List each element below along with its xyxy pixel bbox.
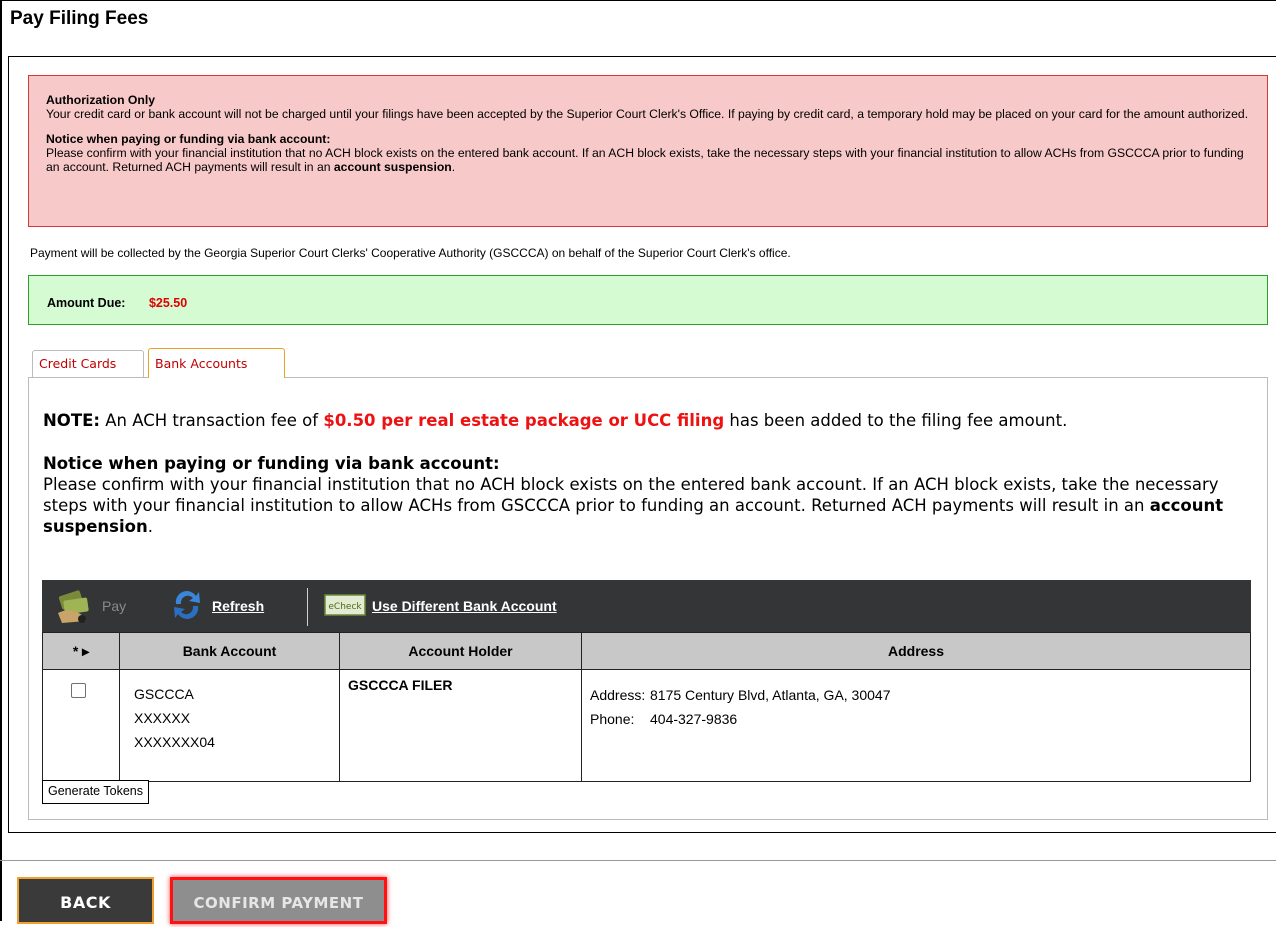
address-label: Address: — [590, 687, 646, 703]
alert-text-bank-notice-body: Please confirm with your financial insti… — [46, 146, 1244, 174]
pay-icon — [56, 585, 96, 628]
pay-button[interactable]: Pay — [56, 580, 126, 632]
row-select-cell — [42, 669, 120, 782]
row-select-checkbox[interactable] — [71, 683, 86, 698]
phone-value: 404-327-9836 — [650, 711, 738, 727]
bank-notice-period: . — [147, 517, 153, 536]
bank-account-table: * ▸ Bank Account Account Holder Address … — [42, 632, 1251, 782]
use-different-bank-account-button[interactable]: eCheck Use Different Bank Account — [324, 580, 557, 632]
refresh-icon — [168, 586, 206, 627]
collection-note: Payment will be collected by the Georgia… — [30, 246, 791, 260]
tab-bank-accounts[interactable]: Bank Accounts — [148, 348, 285, 378]
back-button[interactable]: BACK — [17, 877, 154, 924]
account-holder-name: GSCCCA FILER — [348, 677, 453, 693]
routing-number-masked: XXXXXX — [134, 710, 191, 726]
tab-credit-cards[interactable]: Credit Cards — [32, 350, 144, 377]
phone-label: Phone: — [590, 711, 635, 727]
alert-heading-bank-notice: Notice when paying or funding via bank a… — [46, 132, 331, 146]
authorization-alert: Authorization Only Your credit card or b… — [28, 75, 1268, 227]
note-text-pre: An ACH transaction fee of — [99, 411, 324, 430]
note-label: NOTE: — [43, 411, 100, 430]
select-column-header[interactable]: * ▸ — [42, 632, 120, 670]
bank-notice-text: Please confirm with your financial insti… — [43, 474, 1243, 537]
alert-heading-authorization: Authorization Only — [46, 93, 156, 107]
confirm-payment-button[interactable]: CONFIRM PAYMENT — [170, 877, 387, 924]
bank-accounts-panel: NOTE: An ACH transaction fee of $0.50 pe… — [28, 377, 1268, 820]
alert-text-period: . — [451, 160, 456, 174]
alert-text-authorization: Your credit card or bank account will no… — [46, 107, 1249, 121]
note-text-post: has been added to the filing fee amount. — [724, 411, 1068, 430]
pay-label: Pay — [102, 598, 127, 614]
bank-notice-body: Please confirm with your financial insti… — [43, 475, 1219, 515]
footer-divider — [0, 860, 1276, 861]
address-cell: Address: 8175 Century Blvd, Atlanta, GA, … — [581, 669, 1251, 782]
address-column-header: Address — [581, 632, 1251, 670]
alert-suspension-emphasis: account suspension — [333, 160, 452, 174]
grid-toolbar: Pay Refresh eCheck Use Different Bank Ac… — [42, 580, 1251, 632]
amount-due-value: $25.50 — [148, 296, 188, 310]
use-different-bank-account-link[interactable]: Use Different Bank Account — [372, 598, 557, 614]
amount-due-box: Amount Due: $25.50 — [28, 275, 1268, 325]
account-holder-column-header: Account Holder — [339, 632, 582, 670]
address-value: 8175 Century Blvd, Atlanta, GA, 30047 — [650, 687, 891, 703]
page-title: Pay Filing Fees — [10, 8, 149, 29]
toolbar-separator — [307, 588, 308, 626]
account-number-masked: XXXXXXX04 — [134, 734, 215, 750]
bank-notice-heading: Notice when paying or funding via bank a… — [43, 454, 500, 473]
amount-due-label: Amount Due: — [47, 296, 126, 310]
bank-account-cell: GSCCCA XXXXXX XXXXXXX04 — [119, 669, 340, 782]
alert-text-bank-notice: Please confirm with your financial insti… — [46, 146, 1251, 174]
address-line: Address: 8175 Century Blvd, Atlanta, GA, … — [590, 683, 1250, 707]
phone-line: Phone: 404-327-9836 — [590, 707, 1250, 731]
svg-text:eCheck: eCheck — [328, 602, 362, 612]
note-fee-highlight: $0.50 per real estate package or UCC fil… — [323, 411, 725, 430]
refresh-button[interactable]: Refresh — [168, 580, 264, 632]
generate-tokens-button[interactable]: Generate Tokens — [42, 780, 149, 804]
bank-account-grid: Pay Refresh eCheck Use Different Bank Ac… — [42, 580, 1251, 782]
refresh-link[interactable]: Refresh — [212, 598, 264, 614]
bank-notice: Notice when paying or funding via bank a… — [43, 453, 1243, 537]
bank-account-column-header: Bank Account — [119, 632, 340, 670]
table-header-row: * ▸ Bank Account Account Holder Address — [42, 632, 1251, 670]
table-row[interactable]: GSCCCA XXXXXX XXXXXXX04 GSCCCA FILER Add… — [42, 669, 1251, 782]
account-holder-cell: GSCCCA FILER — [339, 669, 582, 782]
ach-fee-note: NOTE: An ACH transaction fee of $0.50 pe… — [43, 411, 1067, 430]
bank-name: GSCCCA — [134, 686, 194, 702]
echeck-icon: eCheck — [324, 593, 366, 619]
